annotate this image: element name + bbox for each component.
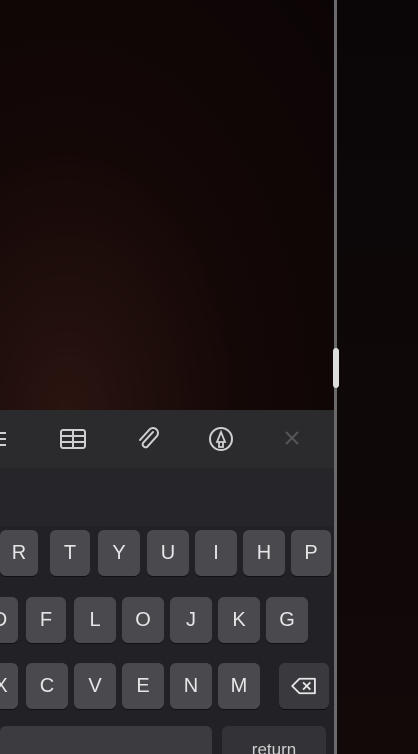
key-r[interactable]: R xyxy=(0,530,38,576)
list-icon[interactable] xyxy=(0,427,18,451)
side-panel xyxy=(337,0,418,754)
split-view-handle[interactable] xyxy=(333,348,339,388)
key-g[interactable]: G xyxy=(266,597,308,643)
key-t[interactable]: T xyxy=(50,530,90,576)
delete-key[interactable] xyxy=(279,663,329,709)
app-screen: R T Y U I H P D F L O J K G X C V E N M … xyxy=(0,0,418,754)
key-m[interactable]: M xyxy=(218,663,260,709)
predictive-bar xyxy=(0,468,334,526)
key-e[interactable]: E xyxy=(122,663,164,709)
key-o[interactable]: O xyxy=(122,597,164,643)
return-key[interactable]: return xyxy=(222,726,326,754)
formatting-toolbar xyxy=(0,410,334,468)
delete-icon xyxy=(291,677,316,695)
table-icon[interactable] xyxy=(59,427,87,451)
key-f[interactable]: F xyxy=(26,597,66,643)
attachment-icon[interactable] xyxy=(135,427,163,451)
key-h[interactable]: H xyxy=(243,530,285,576)
key-v[interactable]: V xyxy=(74,663,116,709)
key-c[interactable]: C xyxy=(26,663,68,709)
key-i[interactable]: I xyxy=(195,530,237,576)
key-y[interactable]: Y xyxy=(98,530,140,576)
markup-icon[interactable] xyxy=(207,427,235,451)
note-canvas[interactable] xyxy=(0,0,335,410)
key-n[interactable]: N xyxy=(170,663,212,709)
key-x[interactable]: X xyxy=(0,663,18,709)
close-icon[interactable] xyxy=(278,427,306,451)
key-d[interactable]: D xyxy=(0,597,18,643)
space-bar[interactable] xyxy=(0,726,212,754)
key-l[interactable]: L xyxy=(74,597,116,643)
key-p[interactable]: P xyxy=(291,530,331,576)
key-k[interactable]: K xyxy=(218,597,260,643)
key-j[interactable]: J xyxy=(170,597,212,643)
key-u[interactable]: U xyxy=(147,530,189,576)
